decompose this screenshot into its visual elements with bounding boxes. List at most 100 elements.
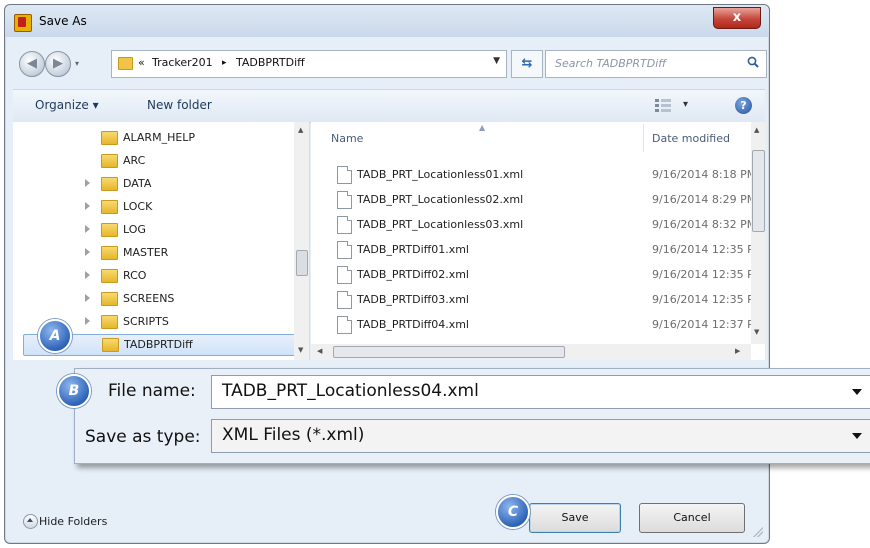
file-name-dropdown-arrow-icon[interactable] <box>852 389 862 395</box>
folder-icon <box>101 223 118 237</box>
file-list-horizontal-scrollbar[interactable]: ◀ ▶ <box>311 344 751 360</box>
navigation-scrollbar[interactable]: ▲ ▼ <box>294 122 309 360</box>
file-row[interactable]: TADB_PRT_Locationless01.xml 9/16/2014 8:… <box>331 164 752 186</box>
column-header-name[interactable]: Name <box>331 132 363 145</box>
file-name: TADB_PRTDiff03.xml <box>357 293 469 306</box>
title-bar[interactable]: Save As x <box>5 5 769 37</box>
file-row[interactable]: TADB_PRTDiff01.xml 9/16/2014 12:35 PM <box>331 239 752 261</box>
scrollbar-thumb[interactable] <box>296 250 308 276</box>
save-as-type-select[interactable]: XML Files (*.xml) <box>211 419 870 453</box>
file-list-vertical-scrollbar[interactable]: ▲ ▼ <box>751 122 765 344</box>
file-name: TADB_PRTDiff02.xml <box>357 268 469 281</box>
xml-file-icon <box>337 291 352 309</box>
search-icon[interactable] <box>747 56 759 68</box>
save-as-type-dropdown-arrow-icon[interactable] <box>852 433 862 439</box>
file-row[interactable]: TADB_PRTDiff03.xml 9/16/2014 12:35 PM <box>331 289 752 311</box>
address-dropdown-arrow-icon[interactable]: ▼ <box>493 56 500 66</box>
column-divider[interactable] <box>643 124 644 152</box>
expand-arrow-icon[interactable] <box>85 179 90 187</box>
column-header-date-modified[interactable]: Date modified <box>652 132 730 145</box>
xml-file-icon <box>337 316 352 334</box>
file-name: TADB_PRTDiff01.xml <box>357 243 469 256</box>
search-box[interactable]: Search TADBPRTDiff <box>545 50 767 78</box>
tree-item-log[interactable]: LOG <box>13 220 297 240</box>
folder-icon <box>101 131 118 145</box>
tree-item-arc[interactable]: ARC <box>13 151 297 171</box>
file-date: 9/16/2014 8:32 PM <box>652 218 752 231</box>
scrollbar-thumb[interactable] <box>752 150 765 232</box>
tree-item-label: ALARM_HELP <box>123 131 196 144</box>
folder-icon <box>101 246 118 260</box>
file-date: 9/16/2014 8:29 PM <box>652 193 752 206</box>
tree-item-label: TADBPRTDiff <box>124 338 193 351</box>
back-arrow-icon: ◀ <box>27 56 37 71</box>
expand-arrow-icon[interactable] <box>85 202 90 210</box>
back-button[interactable]: ◀ <box>19 51 45 77</box>
recent-locations-arrow-icon[interactable]: ▾ <box>75 59 79 68</box>
scroll-left-arrow-icon[interactable]: ◀ <box>317 347 322 355</box>
view-options-icon[interactable] <box>655 98 673 112</box>
file-name-label: File name: <box>108 381 196 401</box>
address-overflow-chevron[interactable]: « <box>138 56 145 69</box>
file-date: 9/16/2014 12:35 PM <box>652 293 752 306</box>
tree-item-label: LOCK <box>123 200 153 213</box>
tree-item-lock[interactable]: LOCK <box>13 197 297 217</box>
scroll-down-arrow-icon[interactable]: ▼ <box>754 328 759 336</box>
folder-icon <box>101 292 118 306</box>
folder-icon <box>101 315 118 329</box>
scroll-up-arrow-icon[interactable]: ▲ <box>298 126 303 134</box>
new-folder-button[interactable]: New folder <box>147 98 212 112</box>
file-row[interactable]: TADB_PRTDiff02.xml 9/16/2014 12:35 PM <box>331 264 752 286</box>
file-date: 9/16/2014 8:18 PM <box>652 168 752 181</box>
scroll-up-arrow-icon[interactable]: ▲ <box>754 126 759 134</box>
forward-arrow-icon: ▶ <box>53 56 63 71</box>
breadcrumb-separator-icon[interactable]: ▸ <box>222 58 227 68</box>
file-row[interactable]: TADB_PRT_Locationless02.xml 9/16/2014 8:… <box>331 189 752 211</box>
file-row[interactable]: TADB_PRTDiff04.xml 9/16/2014 12:37 PM <box>331 314 752 336</box>
resize-grip-icon[interactable] <box>753 527 763 537</box>
hide-folders-icon[interactable] <box>23 514 38 529</box>
folder-icon <box>101 269 118 283</box>
callout-b: B <box>57 374 91 408</box>
tree-item-label: DATA <box>123 177 152 190</box>
expand-arrow-icon[interactable] <box>85 317 90 325</box>
forward-button[interactable]: ▶ <box>45 51 71 77</box>
close-button[interactable]: x <box>713 7 761 29</box>
scroll-right-arrow-icon[interactable]: ▶ <box>735 347 740 355</box>
save-button[interactable]: Save <box>529 503 621 533</box>
hide-folders-link[interactable]: Hide Folders <box>39 515 107 528</box>
tree-item-screens[interactable]: SCREENS <box>13 289 297 309</box>
file-date: 9/16/2014 12:35 PM <box>652 268 752 281</box>
tree-item-alarm-help[interactable]: ALARM_HELP <box>13 128 297 148</box>
breadcrumb-tracker201[interactable]: Tracker201 <box>152 56 213 69</box>
file-date: 9/16/2014 12:37 PM <box>652 318 752 331</box>
tree-item-data[interactable]: DATA <box>13 174 297 194</box>
expand-arrow-icon[interactable] <box>85 294 90 302</box>
refresh-button[interactable]: ⇆ <box>511 50 543 78</box>
app-icon <box>14 14 32 32</box>
organize-menu[interactable]: Organize ▾ <box>35 98 99 112</box>
expand-arrow-icon[interactable] <box>85 271 90 279</box>
expand-arrow-icon[interactable] <box>85 225 90 233</box>
file-row[interactable]: TADB_PRT_Locationless03.xml 9/16/2014 8:… <box>331 214 752 236</box>
scroll-down-arrow-icon[interactable]: ▼ <box>298 346 303 354</box>
view-dropdown-arrow-icon[interactable]: ▾ <box>683 99 688 110</box>
callout-a: A <box>38 319 72 353</box>
help-icon[interactable]: ? <box>735 97 752 114</box>
file-name-field[interactable]: TADB_PRT_Locationless04.xml <box>211 375 870 409</box>
scrollbar-thumb[interactable] <box>333 346 565 358</box>
cancel-button[interactable]: Cancel <box>639 503 745 533</box>
command-bar: Organize ▾ New folder ▾ ? <box>13 89 765 123</box>
file-name: TADB_PRT_Locationless02.xml <box>357 193 524 206</box>
save-as-type-value: XML Files (*.xml) <box>222 425 365 445</box>
search-placeholder: Search TADBPRTDiff <box>555 57 667 70</box>
tree-item-rco[interactable]: RCO <box>13 266 297 286</box>
tree-item-master[interactable]: MASTER <box>13 243 297 263</box>
address-bar[interactable]: « Tracker201 ▸ TADBPRTDiff ▼ <box>111 50 507 78</box>
tree-item-label: ARC <box>123 154 146 167</box>
breadcrumb-tadbprtdiff[interactable]: TADBPRTDiff <box>236 56 305 69</box>
file-name: TADB_PRT_Locationless01.xml <box>357 168 524 181</box>
expand-arrow-icon[interactable] <box>85 248 90 256</box>
tree-item-label: LOG <box>123 223 146 236</box>
window-title: Save As <box>39 14 87 28</box>
